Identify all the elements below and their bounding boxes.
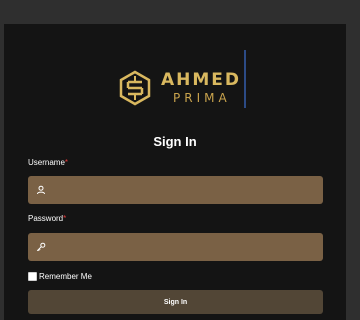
brand-logo-icon (119, 70, 151, 106)
username-field[interactable] (28, 175, 323, 205)
password-required-mark: * (63, 214, 67, 223)
logo-divider (244, 50, 246, 108)
username-required-mark: * (64, 158, 69, 167)
brand-logo: AHMED PRIMA (117, 64, 241, 112)
remember-me-checkbox[interactable] (28, 272, 37, 281)
username-label: Username* (28, 158, 68, 167)
sign-in-button[interactable]: Sign In (28, 290, 323, 314)
page: AHMED PRIMA Sign In Username* Password* (0, 0, 360, 320)
brand-name: AHMED (161, 70, 242, 90)
remember-me-label: Remember Me (39, 272, 92, 281)
brand-subtitle: PRIMA (173, 91, 231, 105)
remember-me[interactable]: Remember Me (28, 272, 92, 281)
username-input[interactable] (52, 175, 323, 205)
password-label: Password* (28, 214, 66, 223)
login-panel: AHMED PRIMA Sign In Username* Password* (4, 24, 346, 320)
user-icon (37, 185, 45, 195)
page-title: Sign In (153, 134, 197, 149)
password-label-text: Password (28, 214, 64, 223)
brand-text: AHMED PRIMA (161, 70, 241, 106)
password-input[interactable] (52, 232, 323, 262)
password-field[interactable] (28, 232, 323, 262)
key-icon (36, 242, 46, 252)
username-label-text: Username (28, 158, 65, 167)
